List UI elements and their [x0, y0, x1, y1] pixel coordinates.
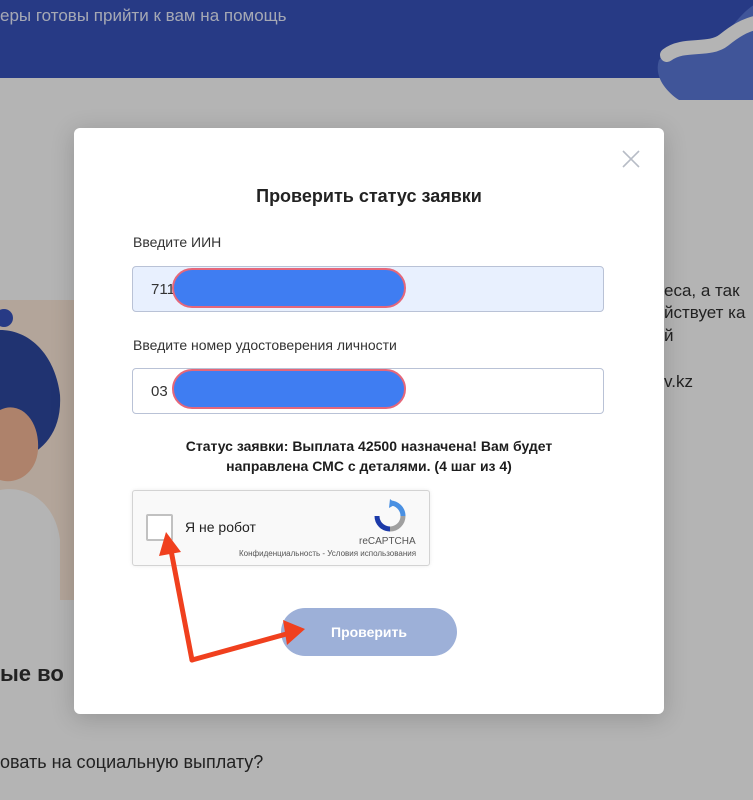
- modal-title: Проверить статус заявки: [256, 186, 482, 206]
- recaptcha-checkbox[interactable]: [146, 514, 173, 541]
- status-line: Статус заявки: Выплата 42500 назначена! …: [185, 438, 553, 454]
- status-check-modal: Проверить статус заявки Введите ИИН Введ…: [74, 128, 664, 714]
- status-line: направлена СМС с деталями. (4 шаг из 4): [226, 458, 512, 474]
- recaptcha-logo-icon: [374, 499, 406, 532]
- recaptcha-widget: Я не робот reCAPTCHA Конфиденциальность …: [132, 490, 430, 566]
- application-status-text: Статус заявки: Выплата 42500 назначена! …: [144, 436, 594, 476]
- close-icon[interactable]: [620, 148, 642, 170]
- recaptcha-links[interactable]: Конфиденциальность - Условия использован…: [239, 549, 416, 558]
- redaction-mark: [172, 268, 406, 308]
- redaction-mark: [172, 369, 406, 409]
- recaptcha-label: Я не робот: [185, 519, 256, 535]
- check-status-button[interactable]: Проверить: [281, 608, 457, 656]
- id-number-label: Введите номер удостоверения личности: [133, 337, 397, 353]
- iin-label: Введите ИИН: [133, 234, 222, 250]
- recaptcha-brand: reCAPTCHA: [359, 536, 416, 547]
